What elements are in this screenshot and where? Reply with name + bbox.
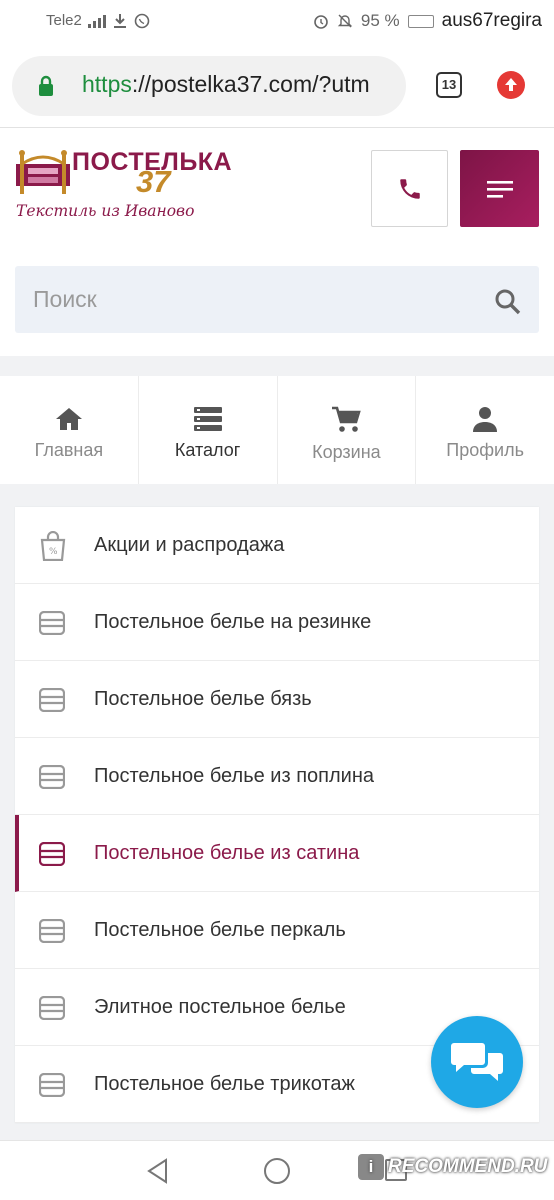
site-header: ПОСТЕЛЬКА 37 Текстиль из Иваново Поиск bbox=[0, 128, 554, 356]
signal-icon bbox=[87, 14, 106, 28]
alarm-icon bbox=[314, 15, 328, 29]
linen-stack-icon bbox=[39, 765, 65, 789]
tab-home-label: Главная bbox=[34, 440, 104, 460]
category-item[interactable]: Постельное белье бязь bbox=[15, 661, 539, 738]
profile-icon bbox=[473, 407, 498, 432]
catalog-icon bbox=[193, 407, 222, 431]
url-rest: ://postelka37.com/?utm bbox=[131, 71, 370, 97]
download-icon bbox=[113, 13, 126, 28]
tab-catalog[interactable]: Каталог bbox=[139, 376, 278, 484]
lock-icon bbox=[39, 75, 53, 96]
mute-icon bbox=[337, 14, 353, 28]
whatsapp-icon bbox=[134, 13, 150, 28]
bottom-nav-tabs: Главная Каталог Корзина Профиль bbox=[0, 376, 554, 484]
tab-switcher-button[interactable]: 13 bbox=[436, 72, 462, 98]
chat-button[interactable] bbox=[431, 1016, 523, 1108]
cart-icon bbox=[332, 406, 362, 432]
chat-bubbles-icon bbox=[451, 1043, 503, 1081]
watermark: i RECOMMEND.RU bbox=[358, 1154, 547, 1180]
phone-icon bbox=[399, 178, 420, 199]
tab-home[interactable]: Главная bbox=[0, 376, 139, 484]
linen-stack-icon bbox=[39, 842, 65, 866]
back-icon[interactable] bbox=[146, 1158, 170, 1184]
category-item-sale[interactable]: % Акции и распродажа bbox=[15, 507, 539, 584]
category-label: Постельное белье перкаль bbox=[94, 918, 346, 941]
category-label: Постельное белье бязь bbox=[94, 687, 312, 710]
svg-text:%: % bbox=[49, 547, 58, 557]
menu-button[interactable] bbox=[460, 150, 539, 227]
category-item[interactable]: Постельное белье из поплина bbox=[15, 738, 539, 815]
search-icon[interactable] bbox=[494, 288, 521, 315]
status-bar: Tele2 95 % aus67regira bbox=[0, 0, 554, 42]
logo-number: 37 bbox=[136, 164, 171, 199]
url-text: https://postelka37.com/?utm bbox=[82, 71, 370, 98]
category-label: Постельное белье трикотаж bbox=[94, 1072, 355, 1095]
bed-logo-icon bbox=[16, 150, 70, 194]
watermark-text: RECOMMEND.RU bbox=[388, 1156, 548, 1177]
linen-stack-icon bbox=[39, 996, 65, 1020]
battery-icon bbox=[407, 14, 434, 28]
browser-toolbar: https://postelka37.com/?utm 13 bbox=[0, 42, 554, 128]
category-item[interactable]: Постельное белье перкаль bbox=[15, 892, 539, 969]
carrier-label: Tele2 bbox=[46, 12, 82, 29]
linen-stack-icon bbox=[39, 919, 65, 943]
tab-cart-label: Корзина bbox=[312, 442, 381, 462]
tab-cart[interactable]: Корзина bbox=[278, 376, 417, 484]
category-label: Элитное постельное белье bbox=[94, 995, 346, 1018]
linen-stack-icon bbox=[39, 1073, 65, 1097]
home-icon bbox=[55, 408, 82, 430]
tab-catalog-label: Каталог bbox=[174, 440, 241, 460]
battery-percent: 95 % bbox=[360, 11, 400, 30]
logo-tagline: Текстиль из Иваново bbox=[16, 202, 195, 220]
category-label: Постельное белье из поплина bbox=[94, 764, 374, 787]
search-input[interactable]: Поиск bbox=[15, 266, 539, 333]
sale-bag-icon: % bbox=[40, 531, 66, 561]
call-button[interactable] bbox=[371, 150, 448, 227]
watermark-badge: i bbox=[358, 1154, 384, 1180]
system-navigation-bar: i RECOMMEND.RU bbox=[0, 1140, 554, 1200]
home-button-icon[interactable] bbox=[264, 1158, 290, 1184]
address-bar[interactable]: https://postelka37.com/?utm bbox=[12, 56, 406, 116]
linen-stack-icon bbox=[39, 688, 65, 712]
category-label: Постельное белье на резинке bbox=[94, 610, 372, 633]
status-right: 95 % aus67regira bbox=[313, 10, 542, 32]
category-item[interactable]: Постельное белье на резинке bbox=[15, 584, 539, 661]
tab-profile-label: Профиль bbox=[446, 440, 524, 460]
category-label: Постельное белье из сатина bbox=[94, 841, 360, 864]
tab-profile[interactable]: Профиль bbox=[416, 376, 554, 484]
watermark-user: aus67regira bbox=[441, 10, 542, 31]
search-placeholder: Поиск bbox=[33, 286, 97, 312]
site-logo[interactable]: ПОСТЕЛЬКА 37 Текстиль из Иваново bbox=[14, 144, 232, 226]
hamburger-icon bbox=[486, 180, 513, 198]
url-scheme: https bbox=[82, 71, 132, 97]
status-left: Tele2 bbox=[46, 12, 150, 29]
update-icon[interactable] bbox=[497, 71, 525, 99]
category-item-active[interactable]: Постельное белье из сатина bbox=[15, 815, 539, 892]
linen-stack-icon bbox=[39, 611, 65, 635]
category-label: Акции и распродажа bbox=[94, 533, 285, 556]
